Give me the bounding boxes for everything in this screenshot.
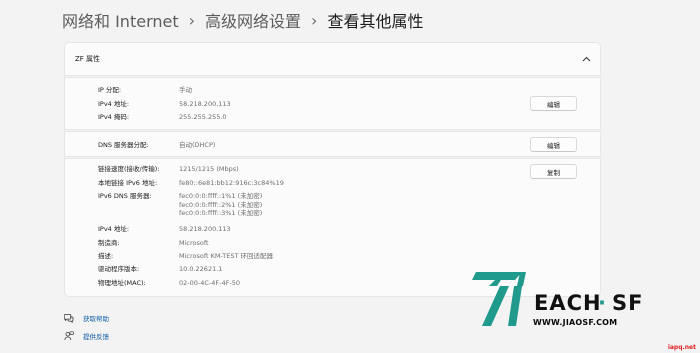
mac-value: 02-00-4C-4F-4F-50: [179, 279, 240, 287]
manufacturer-value: Microsoft: [179, 239, 209, 247]
ipv6-dns-value: fec0:0:0:ffff::3%1 (未加密): [179, 209, 263, 217]
link-speed-row: 链接速度(接收/传输): 1215/1215 (Mbps): [98, 165, 239, 173]
watermark-corner: iapq.net: [667, 344, 696, 351]
edit-dns-button[interactable]: 编辑: [530, 137, 577, 152]
ipv6-local-label: 本地链接 IPv6 地址:: [98, 179, 158, 187]
breadcrumb-network[interactable]: 网络和 Internet: [62, 8, 179, 32]
breadcrumb: 网络和 Internet › 高级网络设置 › 查看其他属性: [62, 8, 423, 32]
get-help-link[interactable]: 获取帮助: [64, 313, 109, 323]
ipv4-label: IPv4 地址:: [98, 225, 130, 233]
driver-label: 驱动程序版本:: [98, 265, 140, 273]
manufacturer-label: 制造商:: [98, 239, 120, 247]
copy-button[interactable]: 复制: [530, 164, 577, 179]
svg-text:·: ·: [598, 291, 606, 315]
ipv4-row: IPv4 地址: 58.218.200.113: [98, 225, 231, 233]
ipv6-dns-value: fec0:0:0:ffff::2%1 (未加密): [179, 200, 263, 209]
feedback-link[interactable]: 提供反馈: [64, 331, 109, 341]
ipv6-dns-label: IPv6 DNS 服务器:: [98, 192, 152, 200]
dns-assignment-label: DNS 服务器分配:: [98, 141, 149, 149]
ipv6-local-row: 本地链接 IPv6 地址: fe80::6e81:bb12:916c:3c84%…: [98, 179, 284, 187]
description-value: Microsoft KM-TEST 环回适配器: [179, 252, 274, 260]
help-chat-icon: [64, 313, 74, 323]
ipv4-address-value: 58.218.200.113: [179, 100, 231, 108]
link-speed-label: 链接速度(接收/传输):: [98, 165, 160, 173]
ip-assignment-row: IP 分配: 手动: [98, 86, 192, 94]
ipv6-dns-value: fec0:0:0:ffff::1%1 (未加密): [179, 192, 263, 200]
adapter-card-header[interactable]: ZF 属性: [64, 42, 601, 76]
ipv6-local-value: fe80::6e81:bb12:916c:3c84%19: [179, 179, 284, 187]
dns-assignment-row: DNS 服务器分配: 自动(DHCP): [98, 141, 215, 149]
mac-label: 物理地址(MAC):: [98, 279, 146, 287]
ipv4-address-row: IPv4 地址: 58.218.200.113: [98, 100, 231, 108]
driver-row: 驱动程序版本: 10.0.22621.1: [98, 265, 222, 273]
edit-ip-button[interactable]: 编辑: [530, 96, 577, 111]
feedback-label: 提供反馈: [83, 333, 109, 341]
breadcrumb-advanced-settings[interactable]: 高级网络设置: [205, 8, 301, 32]
mac-row: 物理地址(MAC): 02-00-4C-4F-4F-50: [98, 279, 240, 287]
get-help-label: 获取帮助: [83, 315, 109, 323]
adapter-title: ZF 属性: [75, 55, 101, 63]
svg-text:EACH: EACH: [534, 291, 602, 315]
ip-assignment-value: 手动: [179, 86, 192, 94]
breadcrumb-separator: ›: [188, 10, 196, 30]
description-row: 描述: Microsoft KM-TEST 环回适配器: [98, 252, 273, 260]
link-speed-value: 1215/1215 (Mbps): [179, 165, 239, 173]
chevron-up-icon[interactable]: [581, 54, 591, 64]
breadcrumb-separator: ›: [311, 10, 318, 30]
dns-assignment-section: DNS 服务器分配: 自动(DHCP) 编辑: [64, 131, 601, 157]
ip-assignment-section: IP 分配: 手动 IPv4 地址: 58.218.200.113 IPv4 掩…: [64, 77, 601, 130]
manufacturer-row: 制造商: Microsoft: [98, 239, 209, 247]
ipv6-dns-values: fec0:0:0:ffff::1%1 (未加密) fec0:0:0:ffff::…: [179, 192, 262, 218]
dns-assignment-value: 自动(DHCP): [179, 141, 216, 149]
watermark-url: WWW.JIAOSF.COM: [533, 318, 618, 327]
feedback-person-icon: [64, 331, 74, 341]
ipv4-mask-value: 255.255.255.0: [179, 113, 227, 121]
svg-text:SF: SF: [612, 291, 643, 315]
ipv4-mask-label: IPv4 掩码:: [98, 113, 130, 121]
driver-value: 10.0.22621.1: [179, 265, 223, 273]
ipv6-dns-row: IPv6 DNS 服务器: fec0:0:0:ffff::1%1 (未加密) f…: [98, 192, 262, 218]
ipv4-address-label: IPv4 地址:: [98, 100, 130, 108]
description-label: 描述:: [98, 252, 114, 260]
ipv4-value: 58.218.200.113: [179, 225, 231, 233]
ip-assignment-label: IP 分配:: [98, 86, 122, 94]
page-title: 查看其他属性: [327, 12, 424, 31]
ipv4-mask-row: IPv4 掩码: 255.255.255.0: [98, 113, 227, 121]
